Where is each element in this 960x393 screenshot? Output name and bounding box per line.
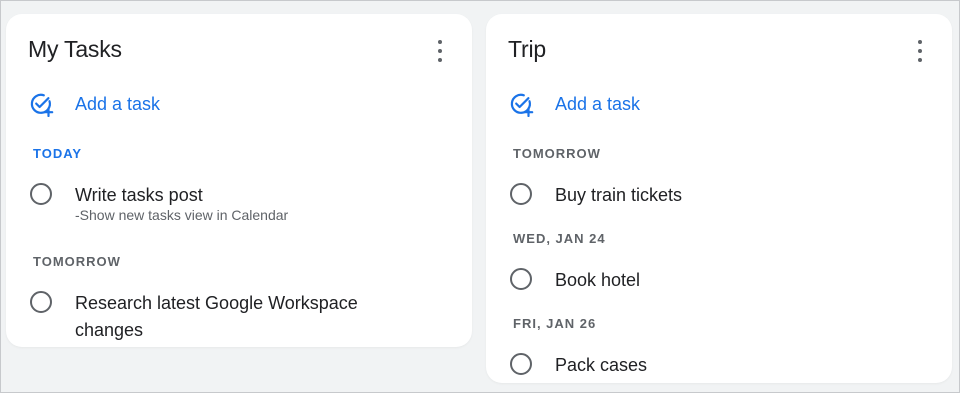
- task-text[interactable]: Research latest Google Workspace changes: [75, 290, 380, 344]
- list-title: My Tasks: [28, 36, 122, 62]
- menu-dot: [918, 40, 922, 44]
- task-title: Book hotel: [555, 270, 641, 290]
- menu-dot: [438, 58, 442, 62]
- section-label-tomorrow: TOMORROW: [33, 254, 121, 269]
- task-text[interactable]: Buy train tickets: [555, 182, 885, 209]
- add-task-button[interactable]: Add a task: [28, 90, 160, 118]
- section-label-date: FRI, JAN 26: [513, 316, 597, 331]
- task-title: Write tasks post: [75, 185, 203, 205]
- menu-dot: [918, 49, 922, 53]
- task-checkbox[interactable]: [30, 183, 52, 205]
- menu-dot: [438, 40, 442, 44]
- add-task-icon: [30, 93, 54, 117]
- task-list-card-my-tasks: My Tasks Add a task TODAY Write tasks po…: [6, 14, 472, 347]
- task-checkbox[interactable]: [30, 291, 52, 313]
- task-checkbox[interactable]: [510, 353, 532, 375]
- section-label-date: WED, JAN 24: [513, 231, 606, 246]
- task-checkbox[interactable]: [510, 268, 532, 290]
- task-list-card-trip: Trip Add a task TOMORROW Buy train ticke…: [486, 14, 952, 383]
- task-note: -Show new tasks view in Calendar: [75, 207, 289, 223]
- add-task-label: Add a task: [555, 93, 641, 114]
- task-title: Research latest Google Workspace changes: [75, 293, 358, 340]
- add-task-label: Add a task: [75, 93, 161, 114]
- task-title: Buy train tickets: [555, 185, 683, 205]
- add-task-icon: [510, 93, 534, 117]
- section-label-tomorrow: TOMORROW: [513, 146, 601, 161]
- add-task-button[interactable]: Add a task: [508, 90, 640, 118]
- task-checkbox[interactable]: [510, 183, 532, 205]
- section-label-today: TODAY: [33, 146, 83, 161]
- list-title: Trip: [508, 36, 546, 62]
- task-text[interactable]: Book hotel: [555, 267, 885, 294]
- more-vert-icon[interactable]: [908, 40, 932, 62]
- more-vert-icon[interactable]: [428, 40, 452, 62]
- task-title: Pack cases: [555, 355, 648, 375]
- menu-dot: [918, 58, 922, 62]
- menu-dot: [438, 49, 442, 53]
- task-text[interactable]: Pack cases: [555, 352, 885, 379]
- tasks-board: My Tasks Add a task TODAY Write tasks po…: [0, 0, 960, 393]
- task-text[interactable]: Write tasks post -Show new tasks view in…: [75, 182, 405, 223]
